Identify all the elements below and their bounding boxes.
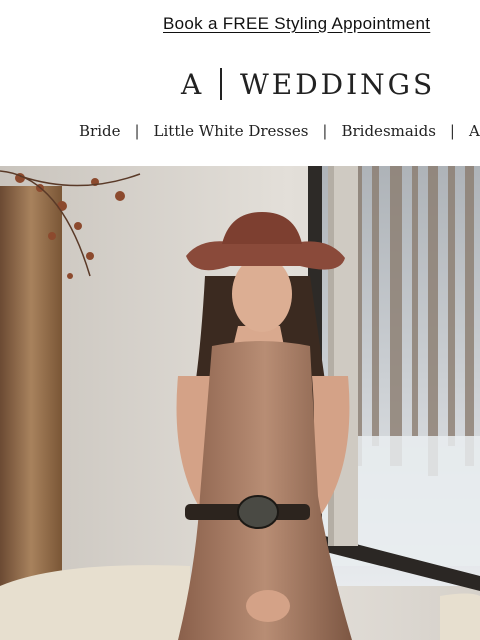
brand-logo[interactable]: A WEDDINGS — [0, 66, 480, 106]
hero-photo-illustration — [0, 166, 480, 640]
nav-item-bride[interactable]: Bride — [79, 122, 120, 140]
logo-mark: A — [181, 68, 203, 101]
nav-item-bridesmaids[interactable]: Bridesmaids — [341, 122, 435, 140]
logo-divider — [220, 68, 222, 100]
promo-banner: Book a FREE Styling Appointment — [0, 14, 480, 38]
nav-separator: | — [322, 122, 328, 140]
main-navigation: Bride | Little White Dresses | Bridesmai… — [0, 120, 480, 148]
nav-separator: | — [134, 122, 140, 140]
nav-item-accessories[interactable]: Accessories — [469, 122, 480, 140]
styling-appointment-link[interactable]: Book a FREE Styling Appointment — [163, 14, 430, 34]
hero-image[interactable] — [0, 166, 480, 640]
nav-item-little-white-dresses[interactable]: Little White Dresses — [154, 122, 309, 140]
logo-brand-name: WEDDINGS — [240, 68, 436, 101]
nav-separator: | — [449, 122, 455, 140]
